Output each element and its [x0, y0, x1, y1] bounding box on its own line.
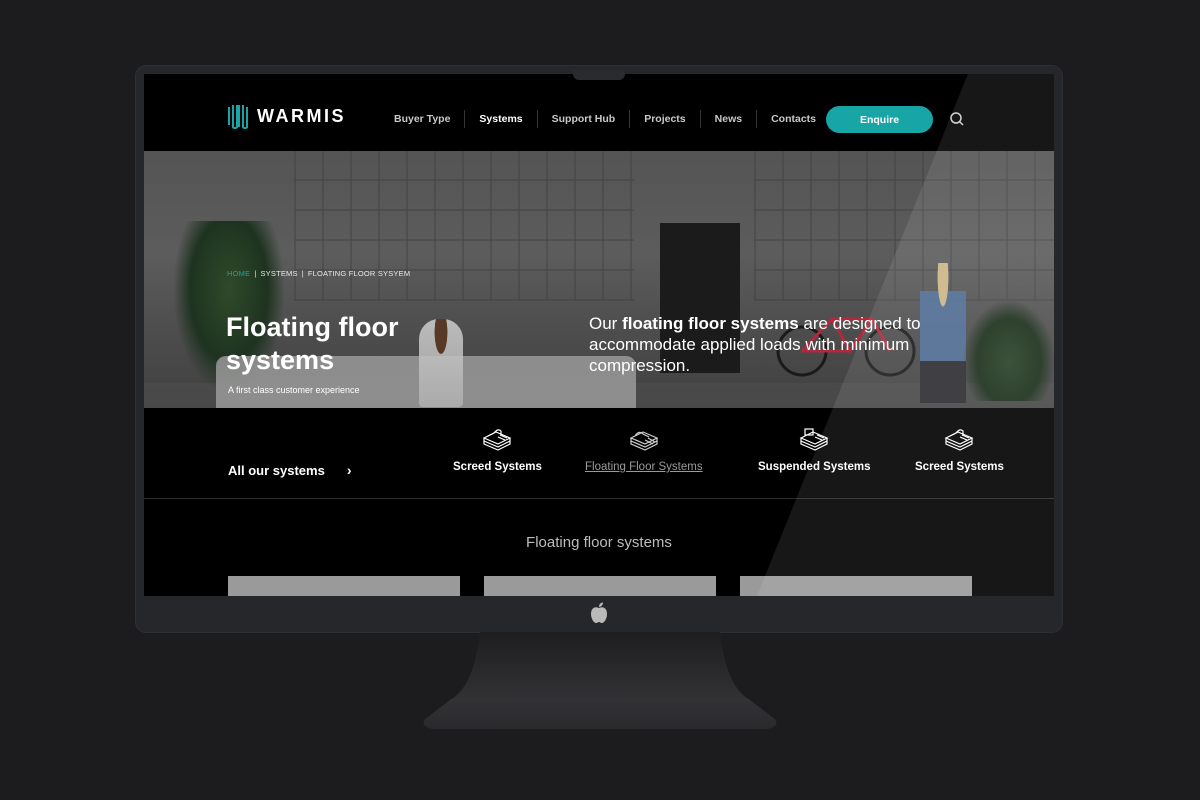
hero-description-text: Our [589, 314, 623, 333]
monitor-camera-notch [573, 70, 625, 80]
system-card[interactable] [228, 576, 460, 596]
background-window [294, 151, 634, 301]
system-tab-label: Floating Floor Systems [585, 461, 703, 473]
breadcrumb: HOME | SYSTEMS | FLOATING FLOOR SYSYEM [227, 269, 410, 278]
system-tab-suspended[interactable]: Suspended Systems [758, 426, 870, 473]
all-systems-label: All our systems [228, 462, 325, 478]
systems-navigation: All our systems › Screed Systems Floatin… [144, 408, 1054, 499]
floating-floor-system-icon [629, 431, 659, 451]
search-icon[interactable] [949, 111, 965, 127]
system-tab-floating-floor[interactable]: Floating Floor Systems [585, 426, 703, 473]
screed-system-icon [483, 429, 512, 451]
breadcrumb-separator: | [254, 269, 257, 278]
nav-item-news[interactable]: News [701, 113, 756, 125]
suspended-system-icon [799, 428, 829, 451]
breadcrumb-home[interactable]: HOME [227, 269, 250, 278]
system-tab-screed-2[interactable]: Screed Systems [915, 426, 1004, 473]
breadcrumb-current: FLOATING FLOOR SYSYEM [307, 269, 411, 278]
page-title: Floating floor systems [226, 312, 399, 375]
background-window [754, 151, 1054, 301]
breadcrumb-systems[interactable]: SYSTEMS [260, 269, 297, 278]
system-tab-label: Screed Systems [453, 461, 542, 473]
top-navigation: WARMIS Buyer Type Systems Support Hub Pr… [144, 74, 1054, 151]
breadcrumb-separator: | [301, 269, 304, 278]
page-subtitle: A first class customer experience [228, 385, 360, 395]
warmis-logo-icon [228, 105, 248, 129]
system-card[interactable] [484, 576, 716, 596]
screed-system-icon [945, 429, 974, 451]
nav-item-contacts[interactable]: Contacts [757, 113, 830, 125]
nav-item-projects[interactable]: Projects [630, 113, 699, 125]
monitor-stand [423, 632, 777, 729]
brand-name: WARMIS [257, 105, 346, 126]
all-systems-link[interactable]: All our systems › [228, 462, 352, 478]
nav-item-support-hub[interactable]: Support Hub [538, 113, 630, 125]
hero-description-highlight: floating floor systems [622, 314, 799, 333]
system-tab-screed[interactable]: Screed Systems [453, 426, 542, 473]
enquire-button[interactable]: Enquire [826, 106, 933, 133]
nav-item-systems[interactable]: Systems [465, 113, 536, 125]
system-tab-label: Suspended Systems [758, 461, 871, 473]
main-menu: Buyer Type Systems Support Hub Projects … [380, 110, 830, 128]
screen: WARMIS Buyer Type Systems Support Hub Pr… [144, 74, 1054, 596]
hero-banner: HOME | SYSTEMS | FLOATING FLOOR SYSYEM Float… [144, 151, 1054, 408]
section-title: Floating floor systems [526, 534, 672, 551]
system-tab-label: Screed Systems [915, 461, 1004, 473]
hero-description: Our floating floor systems are designed … [589, 313, 989, 376]
system-card[interactable] [740, 576, 972, 596]
brand-logo[interactable]: WARMIS [227, 103, 346, 129]
apple-logo-icon [591, 602, 607, 623]
nav-item-buyer-type[interactable]: Buyer Type [380, 113, 464, 125]
chevron-right-icon: › [346, 462, 352, 478]
